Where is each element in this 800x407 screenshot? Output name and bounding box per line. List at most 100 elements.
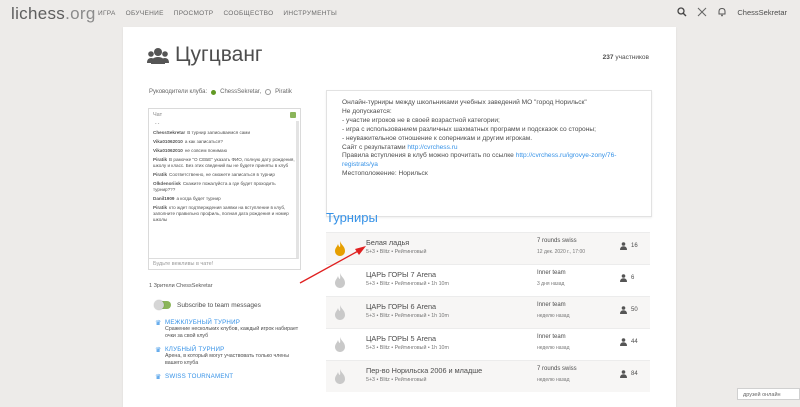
desc-line: - игра с использованием различных шахмат… <box>342 125 596 133</box>
trophy-icon: ♛ <box>155 320 162 327</box>
rules-link-cont[interactable]: registrats/ya <box>342 161 378 168</box>
chat-scrollbar[interactable] <box>296 121 299 259</box>
tournament-date: 3 дня назад <box>537 281 565 287</box>
user-icon <box>620 274 627 282</box>
challenge-swords-icon[interactable] <box>697 7 707 17</box>
tournament-date: неделю назад <box>537 313 570 319</box>
tournament-type-desc: Сражение нескольких клубов, каждый игрок… <box>165 326 299 339</box>
menu-play[interactable]: ИГРА <box>98 10 116 17</box>
chat-text: В рамочке "О СЕБЕ" указать ФИО, полную д… <box>153 157 295 168</box>
team-leaders: Руководители клуба: ChessSekretar, Pirat… <box>149 89 292 95</box>
tournament-players: 50 <box>620 306 638 314</box>
leader-link-2[interactable]: Piratik <box>275 89 292 95</box>
menu-watch[interactable]: ПРОСМОТР <box>174 10 214 17</box>
chat-message: Vika01062010 не совсем понимаю <box>153 148 297 154</box>
chat-text: - - <box>155 121 160 126</box>
menu-community[interactable]: СООБЩЕСТВО <box>223 10 273 17</box>
members-count[interactable]: 237 участников <box>603 54 649 61</box>
chat-message: Piratik В рамочке "О СЕБЕ" указать ФИО, п… <box>153 157 297 169</box>
friends-online-button[interactable]: друзей онлайн <box>737 388 800 400</box>
chat-message: Danil1909 а когда будет турнир <box>153 196 297 202</box>
trophy-icon: ♛ <box>155 374 162 381</box>
desc-line: Правила вступления в клуб можно прочитат… <box>342 152 514 160</box>
chat-username[interactable]: ChessSekretar <box>153 130 185 135</box>
top-right-controls: ChessSekretar <box>677 7 787 17</box>
chat-username[interactable]: Vika01062010 <box>153 139 183 144</box>
subscribe-toggle-row: Subscribe to team messages <box>154 300 261 310</box>
tournament-type-item[interactable]: ♛ SWISS TOURNAMENT <box>155 373 305 381</box>
chat-message: Piratik Соответственно, не сможете записа… <box>153 172 297 178</box>
chat-text: В турнир записываемся сами <box>187 130 251 135</box>
tournament-date: 12 дек. 2020 г., 17:00 <box>537 249 586 255</box>
chat-username[interactable]: Vika01062010 <box>153 148 183 153</box>
chat-message: Olkdenoriisk Скажите пожалуйста а где буд… <box>153 181 297 193</box>
chat-messages: - - ChessSekretar В турнир записываемся са… <box>153 121 297 259</box>
tournament-type-list: ♛ МЕЖКЛУБНЫЙ ТУРНИР Сражение нескольких … <box>155 319 305 386</box>
desc-line: Сайт с результатами <box>342 143 406 151</box>
user-icon <box>620 242 627 250</box>
tournament-name[interactable]: Белая ладья <box>366 238 409 247</box>
chat-header: Чат <box>153 112 163 118</box>
chat-username[interactable]: Olkdenoriisk <box>153 181 181 186</box>
tournament-date: неделю назад <box>537 345 570 351</box>
tournament-name[interactable]: Пер-во Норильска 2006 и младше <box>366 366 482 375</box>
tournament-name[interactable]: ЦАРЬ ГОРЫ 7 Arena <box>366 270 436 279</box>
chat-message: Vika01062010 а как записаться? <box>153 139 297 145</box>
menu-tools[interactable]: ИНСТРУМЕНТЫ <box>283 10 337 17</box>
subscribe-toggle[interactable] <box>154 300 171 310</box>
top-nav: lichess.org ИГРА ОБУЧЕНИЕ ПРОСМОТР СООБЩ… <box>0 0 800 28</box>
tournament-row[interactable]: ЦАРЬ ГОРЫ 7 Arena 5+3 • Blitz • Рейтингов… <box>326 264 650 296</box>
tournament-settings: 5+3 • Blitz • Рейтинговый • 1h 10m <box>366 313 449 319</box>
tournament-row[interactable]: Белая ладья 5+3 • Blitz • Рейтинговый 7 ro… <box>326 232 650 264</box>
chat-text: Соответственно, не сможете записаться в … <box>169 172 275 177</box>
site-logo[interactable]: lichess.org <box>11 4 96 24</box>
chat-message: - - <box>153 121 297 127</box>
page-title: Цугцванг <box>175 43 263 66</box>
tournament-row[interactable]: ЦАРЬ ГОРЫ 5 Arena 5+3 • Blitz • Рейтингов… <box>326 328 650 360</box>
chat-username[interactable]: Danil1909 <box>153 196 174 201</box>
bell-icon[interactable] <box>717 7 727 17</box>
tournament-type: 7 rounds swiss <box>537 366 577 372</box>
flame-icon <box>334 305 346 325</box>
tournament-date: неделю назад <box>537 377 570 383</box>
menu-learn[interactable]: ОБУЧЕНИЕ <box>126 10 164 17</box>
tournament-type-name[interactable]: КЛУБНЫЙ ТУРНИР <box>165 346 305 353</box>
chat-text: а как записаться? <box>184 139 223 144</box>
chat-toggle-checkbox[interactable] <box>290 112 296 118</box>
chat-viewers: 1 Зрители ChessSekretar <box>149 283 213 289</box>
rules-link[interactable]: http://cvrchess.ru/igrovye-zony/76- <box>516 152 617 159</box>
chat-username[interactable]: Piratik <box>153 172 167 177</box>
results-link[interactable]: http://cvrchess.ru <box>407 144 457 151</box>
tournament-name[interactable]: ЦАРЬ ГОРЫ 5 Arena <box>366 334 436 343</box>
chat-input[interactable]: Будьте вежливы в чате! <box>149 258 298 269</box>
user-icon <box>620 370 627 378</box>
tournament-settings: 5+3 • Blitz • Рейтинговый • 1h 10m <box>366 345 449 351</box>
user-menu[interactable]: ChessSekretar <box>737 8 787 17</box>
desc-line: - неуважительное отношение к соперникам … <box>342 134 533 142</box>
chat-username[interactable]: Piratik <box>153 157 167 162</box>
tournament-players: 44 <box>620 338 638 346</box>
tournament-type: 7 rounds swiss <box>537 238 577 244</box>
search-icon[interactable] <box>677 7 687 17</box>
tournament-settings: 5+3 • Blitz • Рейтинговый <box>366 377 427 383</box>
desc-line: Не допускается: <box>342 107 392 115</box>
chat-username[interactable]: Piratik <box>153 205 167 210</box>
tournament-row[interactable]: Пер-во Норильска 2006 и младше 5+3 • Blit… <box>326 360 650 392</box>
desc-location: Местоположение: Норильск <box>342 170 428 178</box>
tournaments-table: Белая ладья 5+3 • Blitz • Рейтинговый 7 ro… <box>326 232 650 392</box>
tournament-type-name[interactable]: МЕЖКЛУБНЫЙ ТУРНИР <box>165 319 305 326</box>
offline-dot-icon <box>265 89 272 95</box>
team-card: Цугцванг 237 участников Руководители клу… <box>123 27 676 407</box>
tournament-row[interactable]: ЦАРЬ ГОРЫ 6 Arena 5+3 • Blitz • Рейтингов… <box>326 296 650 328</box>
leader-link-1[interactable]: ChessSekretar, <box>220 89 261 95</box>
team-description: Онлайн-турниры между школьниками учебных… <box>326 90 652 217</box>
chat-text: а когда будет турнир <box>176 196 221 201</box>
desc-line: - участие игроков не в своей возрастной … <box>342 116 500 124</box>
tournament-type: Inner team <box>537 302 566 308</box>
user-icon <box>620 306 627 314</box>
tournament-type-name[interactable]: SWISS TOURNAMENT <box>165 373 305 380</box>
tournament-type-item[interactable]: ♛ КЛУБНЫЙ ТУРНИР Арена, в который могут … <box>155 346 305 367</box>
tournament-type-item[interactable]: ♛ МЕЖКЛУБНЫЙ ТУРНИР Сражение нескольких … <box>155 319 305 340</box>
online-dot-icon <box>211 89 217 95</box>
tournament-name[interactable]: ЦАРЬ ГОРЫ 6 Arena <box>366 302 436 311</box>
